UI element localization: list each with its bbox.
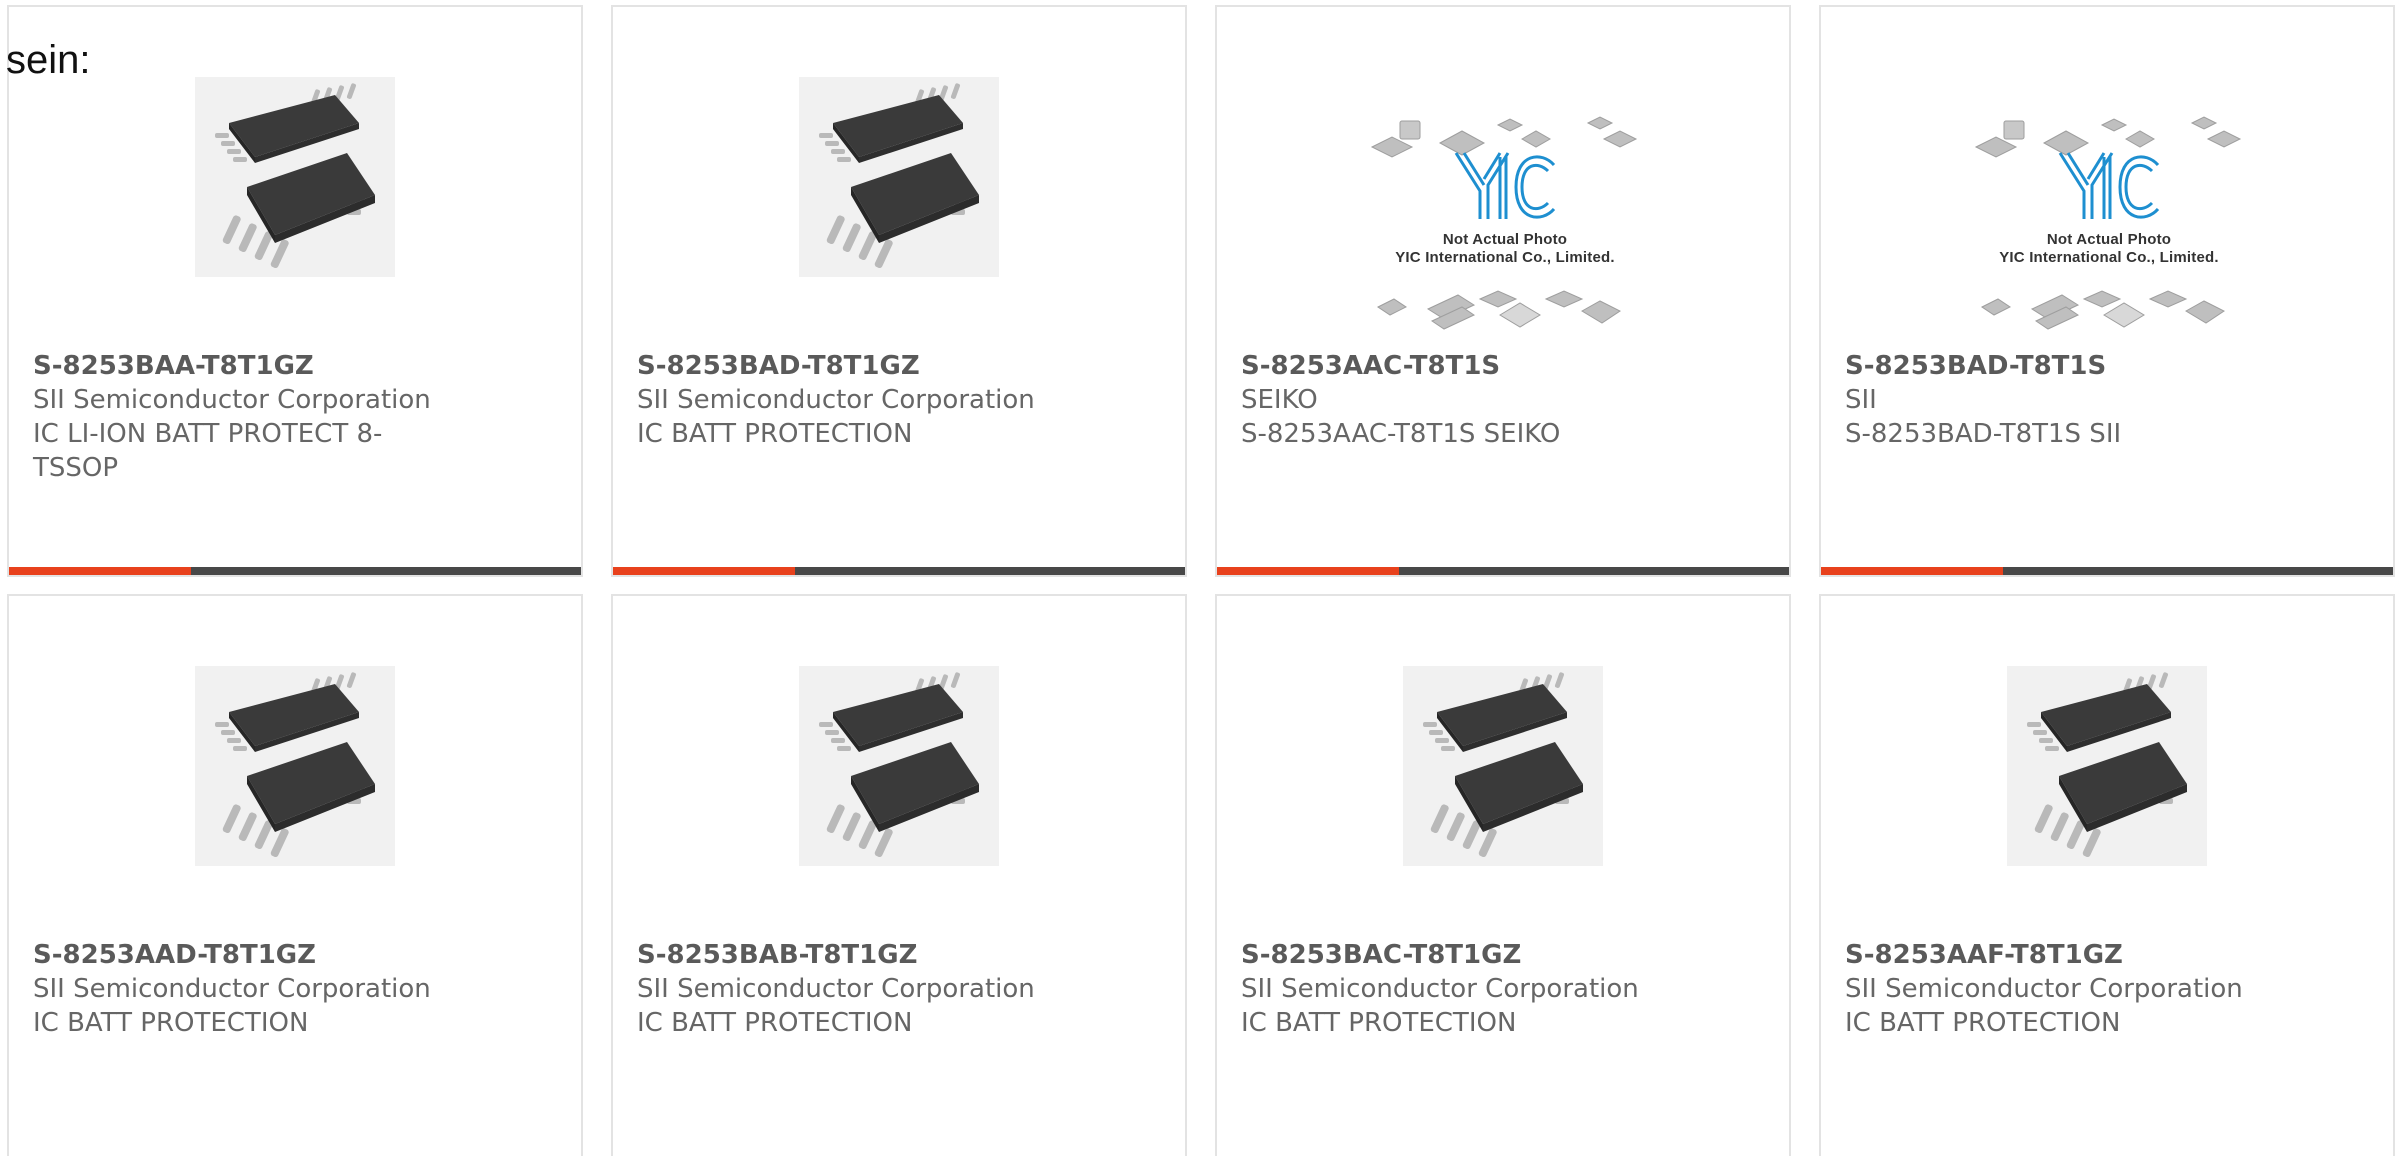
placeholder-company: YIC International Co., Limited.: [1999, 249, 2219, 266]
product-grid: S-8253BAA-T8T1GZ SII Semiconductor Corpo…: [7, 5, 2400, 1156]
chip-photo-icon: [2007, 666, 2207, 866]
yic-logo-icon: [1974, 95, 2244, 335]
part-number[interactable]: S-8253AAC-T8T1S: [1241, 349, 1651, 383]
part-number[interactable]: S-8253BAC-T8T1GZ: [1241, 938, 1651, 972]
card-bottom-bar: [613, 567, 1185, 575]
placeholder-caption: Not Actual Photo: [1442, 231, 1568, 248]
chip-photo-icon: [1403, 666, 1603, 866]
description: S-8253AAC-T8T1S SEIKO: [1241, 419, 1561, 449]
product-info: S-8253AAC-T8T1S SEIKO S-8253AAC-T8T1S SE…: [1241, 349, 1651, 451]
card-accent-bar: [613, 567, 795, 575]
card-bottom-bar: [1217, 567, 1789, 575]
product-card[interactable]: S-8253BAC-T8T1GZ SII Semiconductor Corpo…: [1215, 594, 1791, 1156]
chip-photo-icon: [799, 666, 999, 866]
product-card[interactable]: S-8253AAD-T8T1GZ SII Semiconductor Corpo…: [7, 594, 583, 1156]
description: IC BATT PROTECTION: [637, 1008, 913, 1038]
description: S-8253BAD-T8T1S SII: [1845, 419, 2122, 449]
card-bottom-bar: [1821, 567, 2393, 575]
product-card[interactable]: Not Actual Photo YIC International Co., …: [1215, 5, 1791, 577]
part-number[interactable]: S-8253AAF-T8T1GZ: [1845, 938, 2255, 972]
product-info: S-8253BAB-T8T1GZ SII Semiconductor Corpo…: [637, 938, 1047, 1040]
placeholder-image[interactable]: Not Actual Photo YIC International Co., …: [1974, 95, 2244, 335]
placeholder-image[interactable]: Not Actual Photo YIC International Co., …: [1370, 95, 1640, 335]
product-image[interactable]: [195, 77, 395, 277]
product-card[interactable]: S-8253BAA-T8T1GZ SII Semiconductor Corpo…: [7, 5, 583, 577]
product-card[interactable]: S-8253AAF-T8T1GZ SII Semiconductor Corpo…: [1819, 594, 2395, 1156]
part-number[interactable]: S-8253BAB-T8T1GZ: [637, 938, 1047, 972]
description: IC BATT PROTECTION: [637, 419, 913, 449]
manufacturer: SII Semiconductor Corporation: [1845, 974, 2243, 1004]
manufacturer: SII Semiconductor Corporation: [1241, 974, 1639, 1004]
product-info: S-8253BAD-T8T1S SII S-8253BAD-T8T1S SII: [1845, 349, 2255, 451]
product-info: S-8253BAA-T8T1GZ SII Semiconductor Corpo…: [33, 349, 443, 485]
product-card[interactable]: S-8253BAD-T8T1GZ SII Semiconductor Corpo…: [611, 5, 1187, 577]
manufacturer: SII Semiconductor Corporation: [637, 974, 1035, 1004]
card-bottom-bar: [9, 567, 581, 575]
part-number[interactable]: S-8253BAD-T8T1S: [1845, 349, 2255, 383]
product-image[interactable]: [195, 666, 395, 866]
placeholder-caption: Not Actual Photo: [2046, 231, 2172, 248]
part-number[interactable]: S-8253AAD-T8T1GZ: [33, 938, 443, 972]
product-image[interactable]: [2007, 666, 2207, 866]
product-image[interactable]: [799, 77, 999, 277]
description: IC BATT PROTECTION: [33, 1008, 309, 1038]
description: IC BATT PROTECTION: [1845, 1008, 2121, 1038]
manufacturer: SII: [1845, 385, 1877, 415]
chip-photo-icon: [195, 77, 395, 277]
product-info: S-8253BAC-T8T1GZ SII Semiconductor Corpo…: [1241, 938, 1651, 1040]
product-info: S-8253AAD-T8T1GZ SII Semiconductor Corpo…: [33, 938, 443, 1040]
part-number[interactable]: S-8253BAD-T8T1GZ: [637, 349, 1047, 383]
card-accent-bar: [1821, 567, 2003, 575]
description: IC BATT PROTECTION: [1241, 1008, 1517, 1038]
product-image[interactable]: [799, 666, 999, 866]
card-accent-bar: [9, 567, 191, 575]
product-image[interactable]: [1403, 666, 1603, 866]
chip-photo-icon: [799, 77, 999, 277]
product-card[interactable]: Not Actual Photo YIC International Co., …: [1819, 5, 2395, 577]
yic-logo-icon: [1370, 95, 1640, 335]
chip-photo-icon: [195, 666, 395, 866]
manufacturer: SII Semiconductor Corporation: [637, 385, 1035, 415]
product-info: S-8253AAF-T8T1GZ SII Semiconductor Corpo…: [1845, 938, 2255, 1040]
manufacturer: SII Semiconductor Corporation: [33, 974, 431, 1004]
description: IC LI-ION BATT PROTECT 8-TSSOP: [33, 419, 383, 483]
manufacturer: SII Semiconductor Corporation: [33, 385, 431, 415]
manufacturer: SEIKO: [1241, 385, 1318, 415]
section-heading: sein:: [6, 38, 91, 82]
card-accent-bar: [1217, 567, 1399, 575]
placeholder-company: YIC International Co., Limited.: [1395, 249, 1615, 266]
product-card[interactable]: S-8253BAB-T8T1GZ SII Semiconductor Corpo…: [611, 594, 1187, 1156]
product-info: S-8253BAD-T8T1GZ SII Semiconductor Corpo…: [637, 349, 1047, 451]
part-number[interactable]: S-8253BAA-T8T1GZ: [33, 349, 443, 383]
